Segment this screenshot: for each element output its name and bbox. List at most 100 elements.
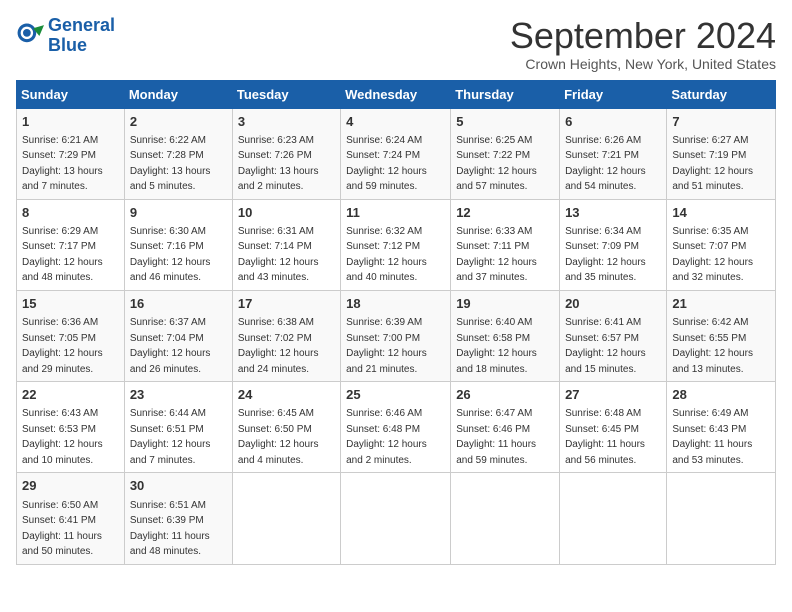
weekday-header-friday: Friday (560, 80, 667, 108)
day-number: 7 (672, 113, 770, 131)
day-info: Sunrise: 6:46 AMSunset: 6:48 PMDaylight:… (346, 408, 427, 466)
day-info: Sunrise: 6:36 AMSunset: 7:05 PMDaylight:… (22, 317, 103, 375)
calendar-cell: 27 Sunrise: 6:48 AMSunset: 6:45 PMDaylig… (560, 382, 667, 473)
day-number: 6 (565, 113, 661, 131)
day-info: Sunrise: 6:42 AMSunset: 6:55 PMDaylight:… (672, 317, 753, 375)
day-info: Sunrise: 6:51 AMSunset: 6:39 PMDaylight:… (130, 500, 210, 558)
week-row-2: 8 Sunrise: 6:29 AMSunset: 7:17 PMDayligh… (17, 199, 776, 290)
day-number: 22 (22, 386, 119, 404)
day-info: Sunrise: 6:45 AMSunset: 6:50 PMDaylight:… (238, 408, 319, 466)
calendar-cell (232, 473, 340, 564)
day-number: 2 (130, 113, 227, 131)
calendar-cell: 17 Sunrise: 6:38 AMSunset: 7:02 PMDaylig… (232, 290, 340, 381)
day-number: 26 (456, 386, 554, 404)
day-info: Sunrise: 6:25 AMSunset: 7:22 PMDaylight:… (456, 135, 537, 193)
day-number: 3 (238, 113, 335, 131)
logo-line1: General (48, 15, 115, 35)
day-info: Sunrise: 6:34 AMSunset: 7:09 PMDaylight:… (565, 226, 646, 284)
day-info: Sunrise: 6:22 AMSunset: 7:28 PMDaylight:… (130, 135, 211, 193)
calendar-cell: 20 Sunrise: 6:41 AMSunset: 6:57 PMDaylig… (560, 290, 667, 381)
day-info: Sunrise: 6:49 AMSunset: 6:43 PMDaylight:… (672, 408, 752, 466)
calendar-cell: 28 Sunrise: 6:49 AMSunset: 6:43 PMDaylig… (667, 382, 776, 473)
title-area: September 2024 Crown Heights, New York, … (510, 16, 776, 72)
day-info: Sunrise: 6:38 AMSunset: 7:02 PMDaylight:… (238, 317, 319, 375)
day-info: Sunrise: 6:35 AMSunset: 7:07 PMDaylight:… (672, 226, 753, 284)
calendar-cell: 1 Sunrise: 6:21 AMSunset: 7:29 PMDayligh… (17, 108, 125, 199)
calendar-cell: 12 Sunrise: 6:33 AMSunset: 7:11 PMDaylig… (451, 199, 560, 290)
day-number: 27 (565, 386, 661, 404)
day-info: Sunrise: 6:23 AMSunset: 7:26 PMDaylight:… (238, 135, 319, 193)
day-number: 9 (130, 204, 227, 222)
calendar-cell: 14 Sunrise: 6:35 AMSunset: 7:07 PMDaylig… (667, 199, 776, 290)
calendar-cell: 13 Sunrise: 6:34 AMSunset: 7:09 PMDaylig… (560, 199, 667, 290)
day-info: Sunrise: 6:44 AMSunset: 6:51 PMDaylight:… (130, 408, 211, 466)
day-number: 4 (346, 113, 445, 131)
day-number: 28 (672, 386, 770, 404)
day-number: 8 (22, 204, 119, 222)
day-number: 12 (456, 204, 554, 222)
calendar-title: September 2024 (510, 16, 776, 56)
day-number: 29 (22, 477, 119, 495)
calendar-cell: 29 Sunrise: 6:50 AMSunset: 6:41 PMDaylig… (17, 473, 125, 564)
day-info: Sunrise: 6:39 AMSunset: 7:00 PMDaylight:… (346, 317, 427, 375)
calendar-cell: 16 Sunrise: 6:37 AMSunset: 7:04 PMDaylig… (124, 290, 232, 381)
calendar-cell: 4 Sunrise: 6:24 AMSunset: 7:24 PMDayligh… (341, 108, 451, 199)
calendar-cell: 2 Sunrise: 6:22 AMSunset: 7:28 PMDayligh… (124, 108, 232, 199)
weekday-header-monday: Monday (124, 80, 232, 108)
day-info: Sunrise: 6:48 AMSunset: 6:45 PMDaylight:… (565, 408, 645, 466)
calendar-cell (451, 473, 560, 564)
calendar-cell (667, 473, 776, 564)
calendar-cell: 5 Sunrise: 6:25 AMSunset: 7:22 PMDayligh… (451, 108, 560, 199)
page-header: General Blue September 2024 Crown Height… (16, 16, 776, 72)
day-info: Sunrise: 6:30 AMSunset: 7:16 PMDaylight:… (130, 226, 211, 284)
calendar-cell: 15 Sunrise: 6:36 AMSunset: 7:05 PMDaylig… (17, 290, 125, 381)
day-number: 10 (238, 204, 335, 222)
calendar-cell: 22 Sunrise: 6:43 AMSunset: 6:53 PMDaylig… (17, 382, 125, 473)
day-number: 16 (130, 295, 227, 313)
calendar-cell (560, 473, 667, 564)
day-info: Sunrise: 6:40 AMSunset: 6:58 PMDaylight:… (456, 317, 537, 375)
day-info: Sunrise: 6:26 AMSunset: 7:21 PMDaylight:… (565, 135, 646, 193)
weekday-header-wednesday: Wednesday (341, 80, 451, 108)
day-number: 5 (456, 113, 554, 131)
calendar-cell: 8 Sunrise: 6:29 AMSunset: 7:17 PMDayligh… (17, 199, 125, 290)
calendar-cell: 9 Sunrise: 6:30 AMSunset: 7:16 PMDayligh… (124, 199, 232, 290)
day-number: 14 (672, 204, 770, 222)
week-row-1: 1 Sunrise: 6:21 AMSunset: 7:29 PMDayligh… (17, 108, 776, 199)
calendar-subtitle: Crown Heights, New York, United States (510, 56, 776, 72)
calendar-cell: 18 Sunrise: 6:39 AMSunset: 7:00 PMDaylig… (341, 290, 451, 381)
weekday-header-row: SundayMondayTuesdayWednesdayThursdayFrid… (17, 80, 776, 108)
day-info: Sunrise: 6:32 AMSunset: 7:12 PMDaylight:… (346, 226, 427, 284)
weekday-header-tuesday: Tuesday (232, 80, 340, 108)
logo: General Blue (16, 16, 115, 56)
day-info: Sunrise: 6:37 AMSunset: 7:04 PMDaylight:… (130, 317, 211, 375)
day-info: Sunrise: 6:47 AMSunset: 6:46 PMDaylight:… (456, 408, 536, 466)
day-number: 21 (672, 295, 770, 313)
day-number: 25 (346, 386, 445, 404)
logo-icon (16, 22, 44, 50)
day-info: Sunrise: 6:33 AMSunset: 7:11 PMDaylight:… (456, 226, 537, 284)
calendar-cell: 3 Sunrise: 6:23 AMSunset: 7:26 PMDayligh… (232, 108, 340, 199)
calendar-cell: 21 Sunrise: 6:42 AMSunset: 6:55 PMDaylig… (667, 290, 776, 381)
calendar-cell: 25 Sunrise: 6:46 AMSunset: 6:48 PMDaylig… (341, 382, 451, 473)
calendar-table: SundayMondayTuesdayWednesdayThursdayFrid… (16, 80, 776, 565)
day-number: 13 (565, 204, 661, 222)
weekday-header-thursday: Thursday (451, 80, 560, 108)
calendar-cell: 30 Sunrise: 6:51 AMSunset: 6:39 PMDaylig… (124, 473, 232, 564)
week-row-4: 22 Sunrise: 6:43 AMSunset: 6:53 PMDaylig… (17, 382, 776, 473)
day-number: 18 (346, 295, 445, 313)
week-row-5: 29 Sunrise: 6:50 AMSunset: 6:41 PMDaylig… (17, 473, 776, 564)
day-number: 19 (456, 295, 554, 313)
day-number: 24 (238, 386, 335, 404)
day-number: 1 (22, 113, 119, 131)
day-info: Sunrise: 6:41 AMSunset: 6:57 PMDaylight:… (565, 317, 646, 375)
calendar-cell: 23 Sunrise: 6:44 AMSunset: 6:51 PMDaylig… (124, 382, 232, 473)
day-number: 23 (130, 386, 227, 404)
week-row-3: 15 Sunrise: 6:36 AMSunset: 7:05 PMDaylig… (17, 290, 776, 381)
calendar-cell: 26 Sunrise: 6:47 AMSunset: 6:46 PMDaylig… (451, 382, 560, 473)
calendar-cell: 7 Sunrise: 6:27 AMSunset: 7:19 PMDayligh… (667, 108, 776, 199)
day-info: Sunrise: 6:29 AMSunset: 7:17 PMDaylight:… (22, 226, 103, 284)
day-info: Sunrise: 6:21 AMSunset: 7:29 PMDaylight:… (22, 135, 103, 193)
calendar-cell: 10 Sunrise: 6:31 AMSunset: 7:14 PMDaylig… (232, 199, 340, 290)
weekday-header-saturday: Saturday (667, 80, 776, 108)
